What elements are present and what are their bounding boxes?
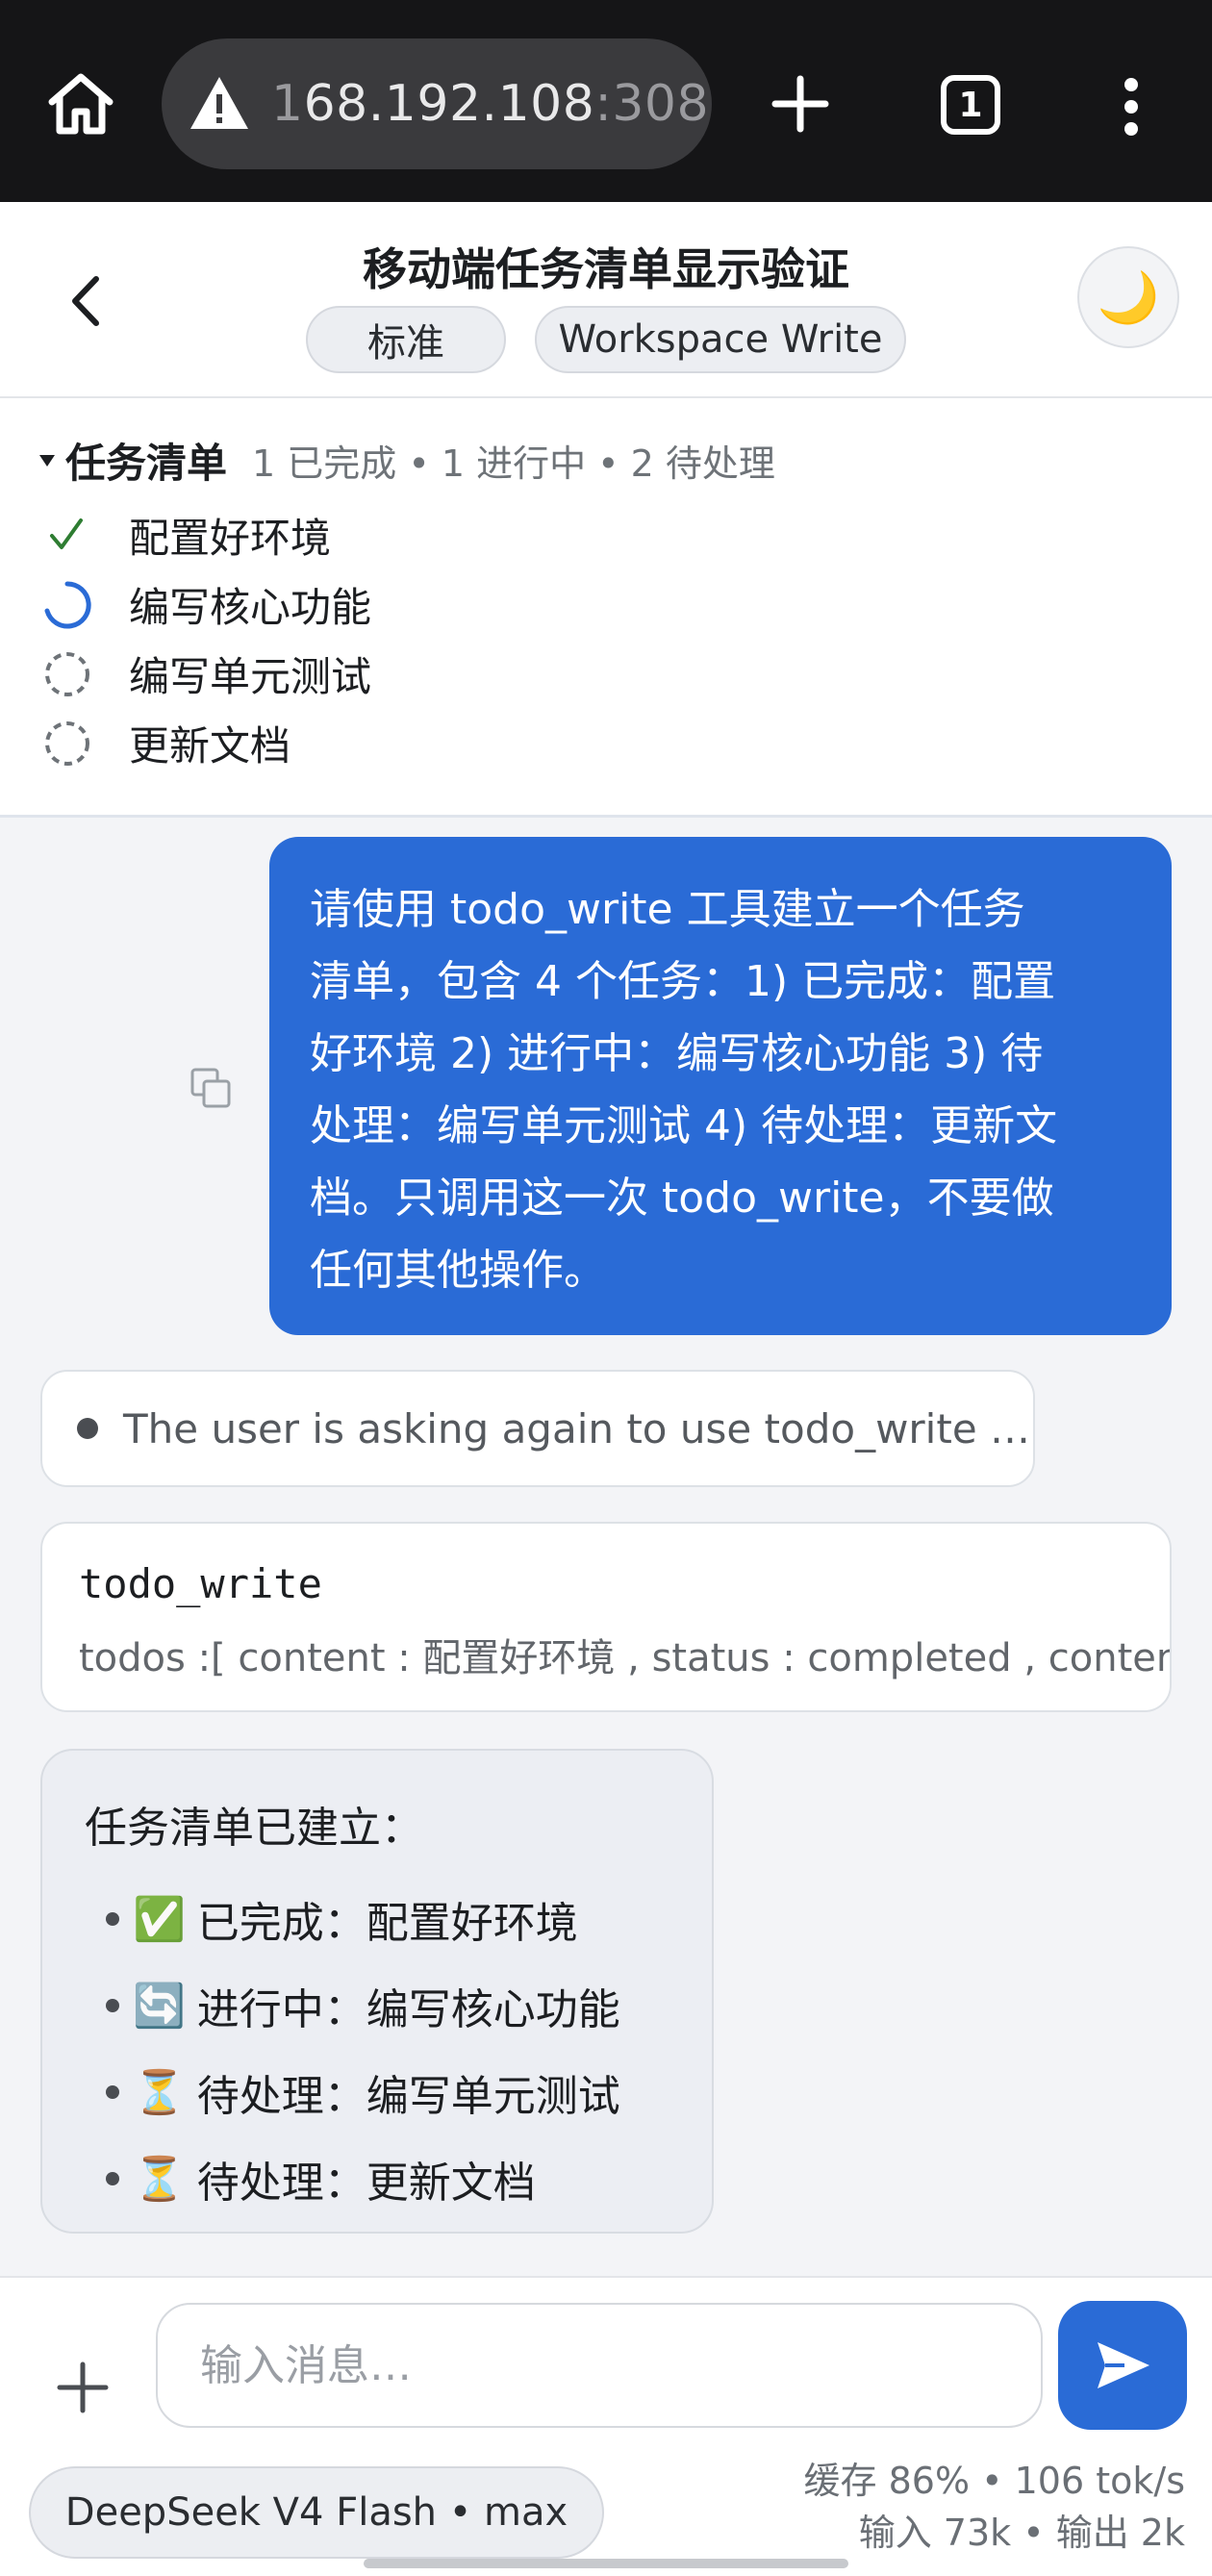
- list-item-text: 已完成：配置好环境: [196, 1899, 578, 1948]
- list-item: ✅ 已完成：配置好环境: [85, 1876, 712, 1962]
- user-message-bubble: 请使用 todo_write 工具建立一个任务 清单，包含 4 个任务：1) 已…: [269, 837, 1172, 1335]
- task-item: 更新文档: [42, 714, 290, 772]
- usage-stats: 缓存 86% • 106 tok/s 输入 73k • 输出 2k: [804, 2455, 1185, 2559]
- in-progress-arrows-icon: 🔄: [133, 1982, 186, 2031]
- checkmark-icon: [50, 518, 83, 549]
- home-icon[interactable]: [44, 67, 117, 140]
- status-dot: [77, 1418, 98, 1439]
- tool-name: todo_write: [79, 1560, 322, 1607]
- warning-icon[interactable]: [189, 73, 250, 135]
- list-item: 🔄 进行中：编写核心功能: [85, 1962, 712, 2049]
- model-selector[interactable]: DeepSeek V4 Flash • max: [29, 2466, 604, 2559]
- list-item-text: 进行中：编写核心功能: [196, 1985, 620, 2034]
- send-button[interactable]: [1058, 2301, 1187, 2430]
- plus-icon[interactable]: [54, 2359, 112, 2416]
- list-item: ⏳ 待处理：编写单元测试: [85, 2049, 712, 2135]
- message-line: 任何其他操作。: [310, 1246, 606, 1295]
- page-title: 移动端任务清单显示验证: [363, 243, 849, 295]
- stats-line: 输入 73k • 输出 2k: [858, 2512, 1185, 2554]
- task-list-panel: 任务清单 1 已完成 • 1 进行中 • 2 待处理 配置好环境 编写核心功能 …: [0, 398, 1212, 818]
- thinking-text: The user is asking again to use todo_wri…: [123, 1404, 1031, 1452]
- list-item: ⏳ 待处理：更新文档: [85, 2135, 712, 2222]
- caret-down-icon: [39, 454, 55, 467]
- task-list-toggle[interactable]: 任务清单 1 已完成 • 1 进行中 • 2 待处理: [38, 431, 775, 490]
- home-indicator: [364, 2559, 848, 2568]
- message-input[interactable]: [156, 2303, 1043, 2428]
- bullet-dot: [106, 2172, 119, 2185]
- message-line: 档。只调用这一次 todo_write，不要做: [310, 1174, 1054, 1223]
- tab-switcher-button[interactable]: 1: [941, 75, 1000, 135]
- tool-call-card[interactable]: todo_write todos :[ content : 配置好环境 , st…: [40, 1522, 1172, 1712]
- in-progress-spinner-icon: [44, 580, 91, 628]
- task-item: 配置好环境: [42, 506, 331, 565]
- message-line: 清单，包含 4 个任务：1) 已完成：配置: [310, 957, 1056, 1006]
- tool-arguments: todos :[ content : 配置好环境 , status : comp…: [79, 1636, 1170, 1680]
- completed-check-icon: ✅: [133, 1895, 186, 1944]
- app-header: 移动端任务清单显示验证 标准 Workspace Write 🌙: [0, 202, 1212, 398]
- moon-icon: 🌙: [1097, 268, 1160, 327]
- copy-icon[interactable]: [189, 1066, 235, 1112]
- task-item: 编写单元测试: [42, 644, 371, 703]
- permission-badge[interactable]: Workspace Write: [535, 306, 906, 373]
- bullet-dot: [106, 1999, 119, 2012]
- task-list-title: 任务清单: [65, 440, 228, 487]
- pending-circle-icon: [45, 651, 89, 696]
- list-item-text: 待处理：编写单元测试: [196, 2072, 620, 2121]
- message-line: 处理：编写单元测试 4) 待处理：更新文: [310, 1101, 1058, 1150]
- composer: DeepSeek V4 Flash • max 缓存 86% • 106 tok…: [0, 2276, 1212, 2576]
- task-label: 配置好环境: [129, 515, 332, 562]
- bullet-dot: [106, 2085, 119, 2099]
- thinking-block[interactable]: The user is asking again to use todo_wri…: [40, 1370, 1035, 1487]
- back-arrow-icon[interactable]: [58, 260, 112, 342]
- hourglass-icon: ⏳: [133, 2155, 186, 2204]
- hourglass-icon: ⏳: [133, 2068, 186, 2117]
- bullet-dot: [106, 1912, 119, 1926]
- task-item: 编写核心功能: [42, 575, 371, 634]
- stats-line: 缓存 86% • 106 tok/s: [803, 2460, 1185, 2502]
- send-icon: [1098, 2342, 1149, 2388]
- more-menu-icon[interactable]: [1118, 77, 1145, 137]
- message-line: 请使用 todo_write 工具建立一个任务: [310, 885, 1025, 934]
- new-tab-icon[interactable]: [770, 73, 831, 135]
- assistant-heading: 任务清单已建立：: [85, 1804, 423, 1853]
- address-bar[interactable]: 168.192.108:3080: [162, 38, 712, 169]
- task-label: 编写单元测试: [129, 653, 372, 700]
- task-summary: 1 已完成 • 1 进行中 • 2 待处理: [252, 442, 775, 485]
- theme-toggle-button[interactable]: 🌙: [1077, 246, 1179, 348]
- message-line: 好环境 2) 进行中：编写核心功能 3) 待: [310, 1029, 1044, 1078]
- mode-badge[interactable]: 标准: [306, 306, 506, 373]
- pending-circle-icon: [45, 720, 89, 766]
- url-text: 168.192.108:3080: [271, 75, 712, 133]
- task-label: 更新文档: [129, 722, 291, 770]
- assistant-message-bubble: 任务清单已建立： ✅ 已完成：配置好环境 🔄 进行中：编写核心功能 ⏳ 待处理：…: [40, 1749, 714, 2234]
- list-item-text: 待处理：更新文档: [196, 2159, 536, 2208]
- task-label: 编写核心功能: [129, 584, 372, 631]
- browser-toolbar: 168.192.108:3080 1: [0, 0, 1212, 202]
